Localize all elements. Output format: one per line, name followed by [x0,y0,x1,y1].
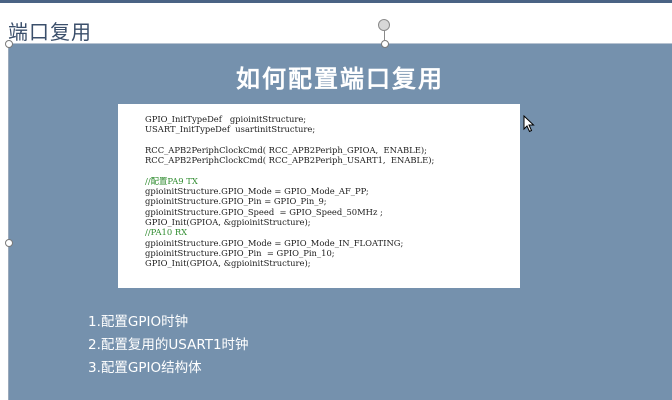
code-line: GPIO_InitTypeDef gpioinitStructure; [145,114,307,124]
slide-title[interactable]: 如何配置端口复用 [0,59,672,94]
code-line: GPIO_Init(GPIOA, &gpioinitStructure); [145,216,311,227]
bullet-item: 2.配置复用的USART1时钟 [88,337,249,353]
code-line: gpioinitStructure.GPIO_Pin = GPIO_Pin_9; [145,196,327,207]
code-comment-line: //配置PA9 TX [145,175,198,186]
resize-handle-middle-left[interactable] [5,239,13,247]
code-line: gpioinitStructure.GPIO_Pin = GPIO_Pin_10… [145,247,335,258]
code-line: RCC_APB2PeriphClockCmd( RCC_APB2Periph_U… [145,155,435,166]
outline-slide-title[interactable]: 端口复用 [8,16,92,45]
bullet-item: 1.配置GPIO时钟 [88,314,189,330]
code-line: RCC_APB2PeriphClockCmd( RCC_APB2Periph_G… [145,144,427,155]
code-line: gpioinitStructure.GPIO_Mode = GPIO_Mode_… [145,186,369,197]
bullet-item: 3.配置GPIO结构体 [88,360,202,376]
resize-handle-top-center[interactable] [381,40,389,48]
selection-border [8,43,672,44]
code-line: gpioinitStructure.GPIO_Speed = GPIO_Spee… [145,206,383,217]
resize-handle-top-left[interactable] [5,40,13,48]
code-line: GPIO_Init(GPIOA, &gpioinitStructure); [145,258,311,269]
code-block: GPIO_InitTypeDef gpioinitStructure; USART… [145,114,434,268]
rotate-handle-stem [384,30,385,40]
bullet-list[interactable]: 1.配置GPIO时钟 2.配置复用的USART1时钟 3.配置GPIO结构体 [88,311,249,380]
top-accent-bar [0,0,672,3]
code-line: gpioinitStructure.GPIO_Mode = GPIO_Mode_… [145,237,404,248]
code-comment-line: //PA10 RX [145,227,188,238]
code-line: USART_InitTypeDef usartinitStructure; [145,124,316,135]
cursor-icon [523,115,535,133]
rotate-handle-icon[interactable] [378,19,390,31]
